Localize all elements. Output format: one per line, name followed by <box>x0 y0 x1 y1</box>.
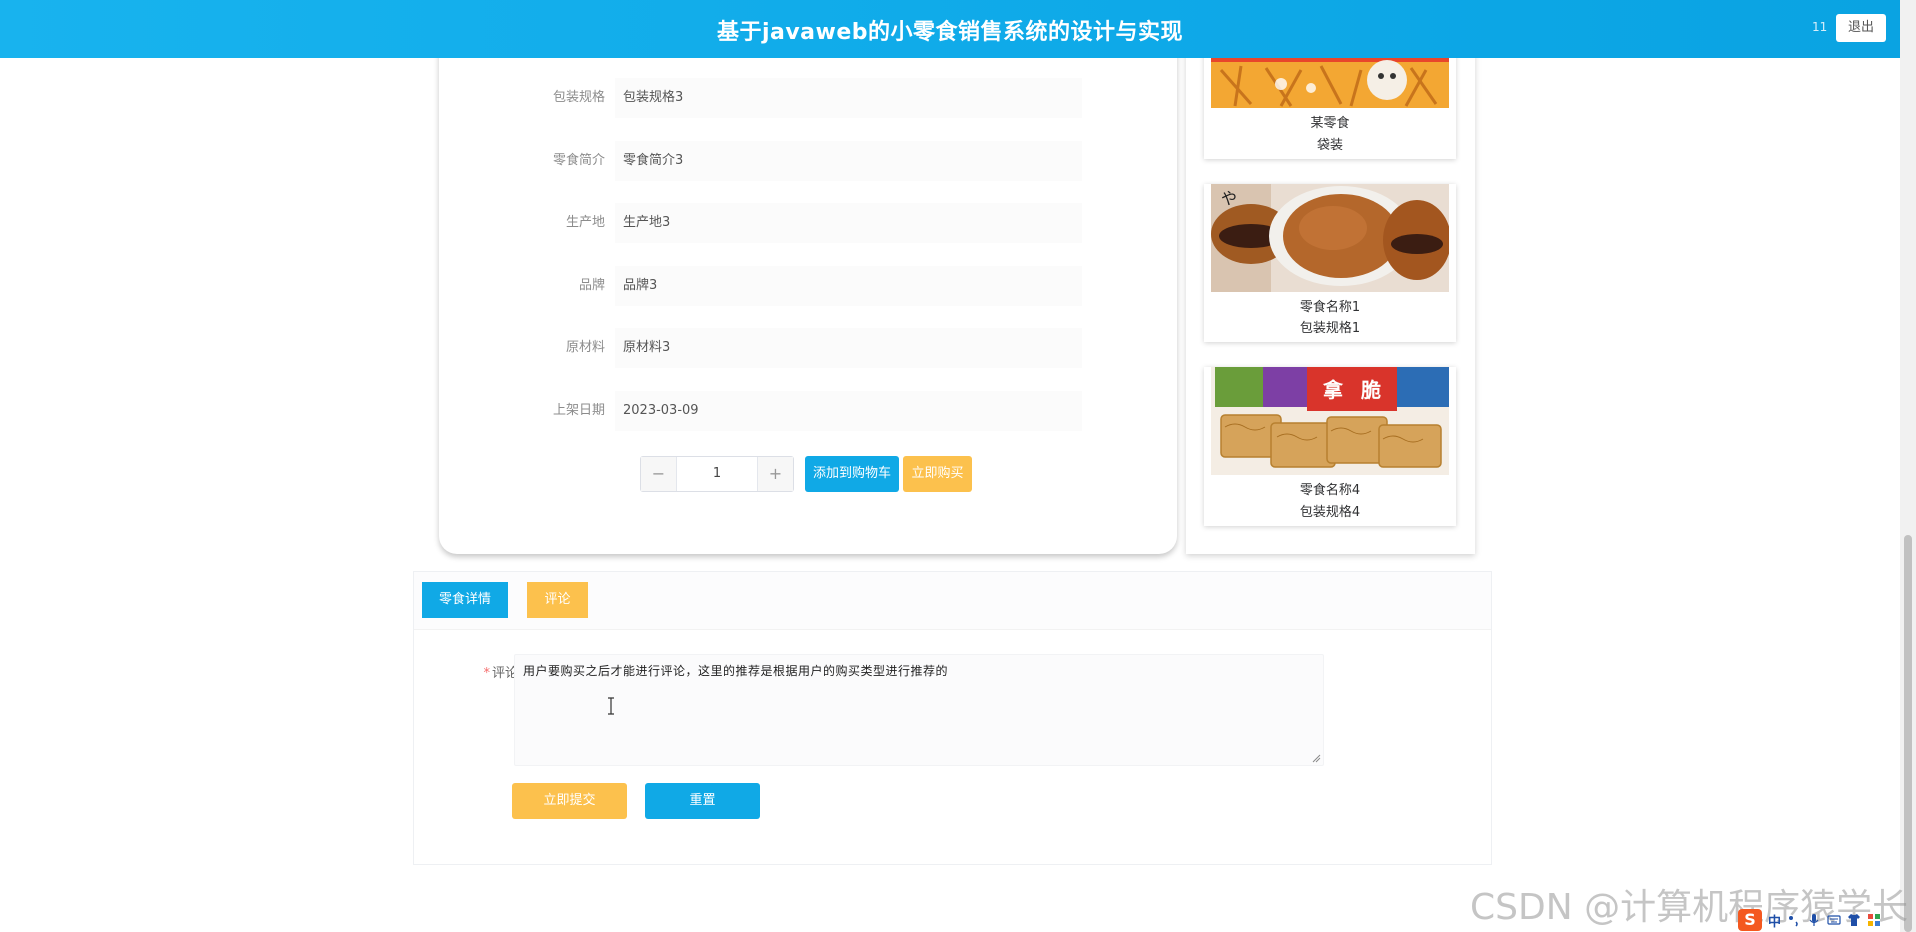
product-image[interactable]: や <box>1211 184 1449 292</box>
tab-comment[interactable]: 评论 <box>527 582 588 618</box>
tab-bar: 零食详情 评论 <box>414 572 1491 630</box>
field-label: 零食简介 <box>552 153 605 168</box>
comment-label: * 评论 <box>454 662 518 681</box>
field-label: 生产地 <box>565 215 605 230</box>
skin-shirt-icon[interactable] <box>1847 913 1861 927</box>
recommendation-card[interactable]: や 零食名称1 包装规格1 <box>1204 184 1456 342</box>
logout-button[interactable]: 退出 <box>1836 14 1886 42</box>
field-row-origin: 生产地 生产地3 <box>439 203 1177 243</box>
product-name: 零食名称1 <box>1299 300 1361 315</box>
text-cursor-icon <box>608 697 614 715</box>
field-label: 原材料 <box>565 340 605 355</box>
product-spec: 袋装 <box>1316 138 1343 153</box>
tab-product-detail[interactable]: 零食详情 <box>422 582 508 618</box>
ime-toolbar: S 中 <box>1738 908 1900 932</box>
keyboard-icon[interactable] <box>1827 913 1841 927</box>
field-row-ingredients: 原材料 原材料3 <box>439 328 1177 368</box>
svg-text:脆: 脆 <box>1361 378 1381 402</box>
quantity-decrease-button[interactable]: − <box>641 457 677 491</box>
field-value: 原材料3 <box>615 328 1082 368</box>
microphone-icon[interactable] <box>1807 913 1821 927</box>
field-value: 生产地3 <box>615 203 1082 243</box>
field-row-brand: 品牌 品牌3 <box>439 266 1177 306</box>
buy-now-button[interactable]: 立即购买 <box>903 456 972 492</box>
svg-text:拿: 拿 <box>1322 378 1344 402</box>
recommendation-card[interactable]: 拿 脆 零食名称4 包装规格4 <box>1204 367 1456 526</box>
field-label: 上架日期 <box>552 403 605 418</box>
product-spec: 包装规格1 <box>1299 321 1361 336</box>
field-row-listing-date: 上架日期 2023-03-09 <box>439 391 1177 431</box>
field-value: 品牌3 <box>615 266 1082 306</box>
product-spec: 包装规格4 <box>1299 505 1361 520</box>
svg-text:や: や <box>1221 189 1237 208</box>
product-image[interactable]: 拿 脆 <box>1211 367 1449 475</box>
tab-section: 零食详情 评论 * 评论 用户要购买之后才能进行评论，这里的推荐是根据用户的购买类… <box>413 571 1492 865</box>
ime-logo-icon[interactable]: S <box>1738 909 1762 931</box>
field-row-package-spec: 包装规格 包装规格3 <box>439 78 1177 118</box>
required-mark: * <box>483 666 490 681</box>
page-scrollbar[interactable] <box>1900 0 1916 932</box>
product-name: 零食名称4 <box>1299 483 1361 498</box>
recommendation-panel: 某零食 袋装 や 零食名称1 包装规格1 拿 脆 零食名称4 包装规格4 <box>1186 40 1475 554</box>
top-header: 基于javaweb的小零食销售系统的设计与实现 11 退出 <box>0 0 1900 58</box>
field-label: 品牌 <box>578 278 605 293</box>
punctuation-icon[interactable] <box>1787 913 1801 927</box>
current-user: 11 <box>1812 20 1828 34</box>
field-value: 包装规格3 <box>615 78 1082 118</box>
field-label: 包装规格 <box>552 90 605 105</box>
ime-language[interactable]: 中 <box>1768 911 1781 930</box>
scrollbar-thumb[interactable] <box>1904 535 1912 932</box>
submit-button[interactable]: 立即提交 <box>512 783 627 819</box>
field-value: 2023-03-09 <box>615 391 1082 431</box>
add-to-cart-button[interactable]: 添加到购物车 <box>805 456 899 492</box>
field-value: 零食简介3 <box>615 141 1082 181</box>
reset-button[interactable]: 重置 <box>645 783 760 819</box>
quantity-increase-button[interactable]: + <box>757 457 793 491</box>
comment-textarea[interactable]: 用户要购买之后才能进行评论，这里的推荐是根据用户的购买类型进行推荐的 <box>514 654 1324 766</box>
toolbox-grid-icon[interactable] <box>1867 913 1881 927</box>
page-title: 基于javaweb的小零食销售系统的设计与实现 <box>716 20 1184 45</box>
product-name: 某零食 <box>1310 116 1350 131</box>
field-row-intro: 零食简介 零食简介3 <box>439 141 1177 181</box>
quantity-stepper[interactable]: − 1 + <box>640 456 794 492</box>
resize-grip-icon[interactable] <box>1311 753 1321 763</box>
comment-text: 用户要购买之后才能进行评论，这里的推荐是根据用户的购买类型进行推荐的 <box>523 664 949 678</box>
quantity-input[interactable]: 1 <box>677 457 757 491</box>
